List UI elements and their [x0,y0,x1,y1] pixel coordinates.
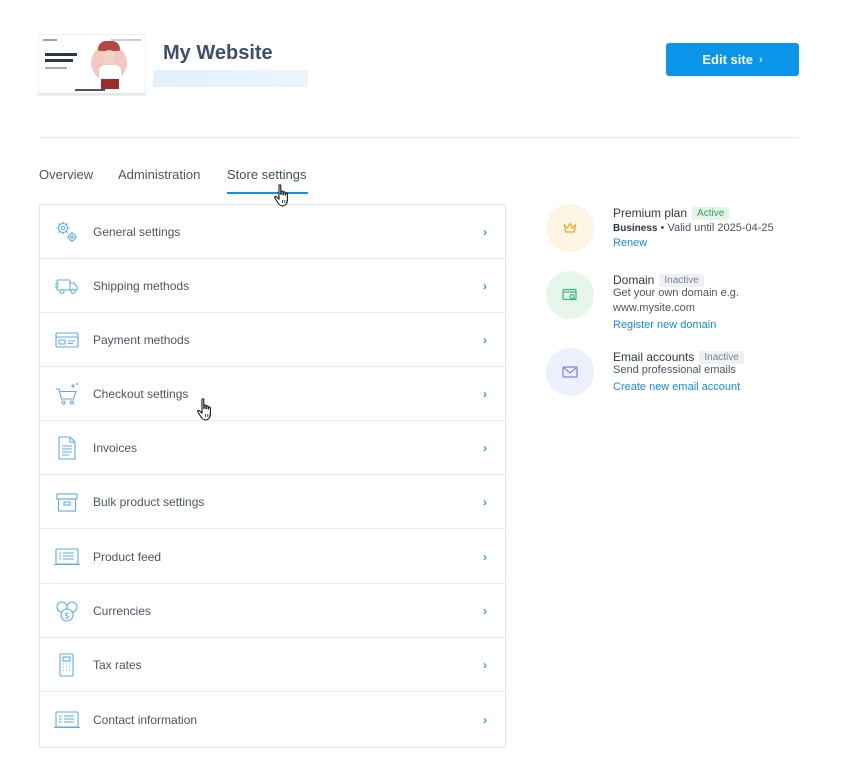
register-domain-link[interactable]: Register new domain [613,319,716,331]
thumbnail-footer-line [75,89,105,91]
list-item-label: Contact information [93,713,198,727]
chevron-right-icon: › [483,224,487,239]
list-item-label: Invoices [93,440,138,455]
chevron-right-icon: › [483,603,487,618]
store-settings-list: General settings › Shipping methods › Pa… [39,204,506,748]
chevron-right-icon: › [483,494,487,509]
premium-icon-bubble [546,204,594,252]
list-item-currencies[interactable]: $ Currencies › [40,584,505,638]
crown-icon [563,222,577,233]
list-item-bulk-product-settings[interactable]: Bulk product settings › [40,475,505,529]
list-item-product-feed[interactable]: Product feed › [40,530,505,584]
thumbnail-face [103,50,115,64]
domain-icon-bubble [546,271,594,319]
feed-icon [54,544,80,570]
plan-validity: • Valid until 2025-04-25 [660,222,774,234]
thumbnail-text-line [45,67,67,69]
status-badge: Active [692,206,730,220]
header-divider [39,137,799,138]
list-item-general-settings[interactable]: General settings › [40,205,505,259]
list-item-label: Bulk product settings [93,494,205,509]
list-item-label: General settings [93,224,181,239]
card-icon [54,327,80,353]
coins-icon: $ [54,598,80,624]
domain-description-line: Get your own domain e.g. [613,287,739,299]
box-icon [54,489,80,515]
status-badge: Inactive [659,273,704,287]
renew-link[interactable]: Renew [613,237,647,249]
domain-example: www.mysite.com [613,302,695,314]
list-item-label: Shipping methods [93,278,190,293]
hand-cursor-icon [274,184,288,207]
thumbnail-heading-line [45,53,77,56]
tab-overview[interactable]: Overview [39,167,93,182]
chevron-right-icon: › [483,713,487,727]
chevron-right-icon: › [483,278,487,293]
chevron-right-icon: › [483,332,487,347]
list-item-label: Checkout settings [93,386,189,401]
envelope-icon [562,366,578,378]
premium-plan-title: Premium plan [613,206,688,220]
thumbnail-divider [39,93,145,95]
chevron-right-icon: › [483,386,487,401]
list-item-label: Tax rates [93,657,142,672]
thumbnail-logo [43,39,57,41]
thumbnail-nav [111,39,141,41]
domain-search-icon [562,288,577,301]
site-thumbnail[interactable] [38,34,146,96]
email-description: Send professional emails [613,364,736,376]
chevron-right-icon: › [758,53,763,66]
document-icon [54,435,80,461]
plan-name: Business [613,223,658,234]
list-item-label: Payment methods [93,332,190,347]
premium-plan-title-row: Premium plan Active [613,206,730,220]
chevron-right-icon: › [483,440,487,455]
svg-text:$: $ [64,611,70,621]
email-accounts-card: Email accounts Inactive Send professiona… [546,348,806,398]
status-badge: Inactive [699,350,744,364]
premium-plan-details: Business • Valid until 2025-04-25 [613,222,774,234]
thumbnail-heading-line [45,59,73,62]
contact-card-icon [54,707,80,733]
list-item-shipping-methods[interactable]: Shipping methods › [40,259,505,313]
list-item-invoices[interactable]: Invoices › [40,421,505,475]
domain-title-row: Domain Inactive [613,273,704,287]
chevron-right-icon: › [483,549,487,564]
edit-site-button[interactable]: Edit site › [666,43,799,76]
tab-store-settings[interactable]: Store settings [227,167,307,182]
list-item-label: Currencies [93,603,152,618]
email-icon-bubble [546,348,594,396]
gears-icon [54,219,80,245]
create-email-link[interactable]: Create new email account [613,381,740,393]
list-item-payment-methods[interactable]: Payment methods › [40,313,505,367]
calculator-icon [54,652,80,678]
list-item-tax-rates[interactable]: Tax rates › [40,638,505,692]
hand-cursor-icon [197,398,211,421]
tab-administration[interactable]: Administration [118,167,200,182]
active-tab-indicator [227,192,308,194]
truck-icon [54,273,80,299]
edit-site-label: Edit site [702,52,753,67]
premium-plan-card: Premium plan Active Business • Valid unt… [546,204,806,254]
list-item-label: Product feed [93,549,162,564]
list-item-contact-information[interactable]: Contact information › [40,693,505,747]
chevron-right-icon: › [483,657,487,672]
list-item-checkout-settings[interactable]: Checkout settings › [40,367,505,421]
domain-title: Domain [613,273,655,287]
email-title: Email accounts [613,350,695,364]
domain-card: Domain Inactive Get your own domain e.g.… [546,271,806,333]
thumbnail-skirt [101,79,119,89]
site-url-placeholder [153,70,308,87]
email-title-row: Email accounts Inactive [613,350,744,364]
page-title: My Website [163,42,273,64]
cart-icon [54,381,80,407]
